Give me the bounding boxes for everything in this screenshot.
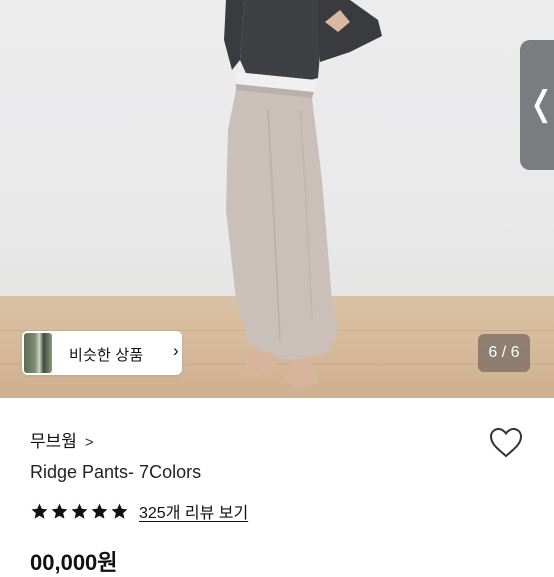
chevron-left-icon: ❬ xyxy=(527,85,554,123)
rating-row: 325개 리뷰 보기 xyxy=(30,499,248,523)
chevron-right-icon: › xyxy=(173,341,179,360)
brand-name: 무브웜 xyxy=(30,432,77,451)
brand-link[interactable]: 무브웜 > xyxy=(30,427,94,452)
reviews-link[interactable]: 325개 리뷰 보기 xyxy=(139,499,248,523)
brand-chevron-icon: > xyxy=(84,434,94,451)
product-photo[interactable]: ❬ 비슷한 상품 › 6 / 6 xyxy=(0,0,554,398)
star-rating xyxy=(30,502,129,521)
side-chevron-button[interactable]: ❬ xyxy=(520,40,554,170)
image-counter: 6 / 6 xyxy=(478,334,530,372)
heart-icon[interactable] xyxy=(488,425,524,461)
star-icon xyxy=(111,503,128,519)
star-icon xyxy=(71,503,88,519)
similar-product-thumbnail xyxy=(24,333,52,373)
similar-products-button[interactable]: 비슷한 상품 › xyxy=(22,331,182,375)
star-icon xyxy=(31,503,48,519)
product-title: Ridge Pants- 7Colors xyxy=(30,462,202,482)
star-icon xyxy=(51,503,68,519)
product-price: 00,000원 xyxy=(30,550,118,575)
star-icon xyxy=(91,503,108,519)
similar-products-label: 비슷한 상품 xyxy=(69,347,144,364)
